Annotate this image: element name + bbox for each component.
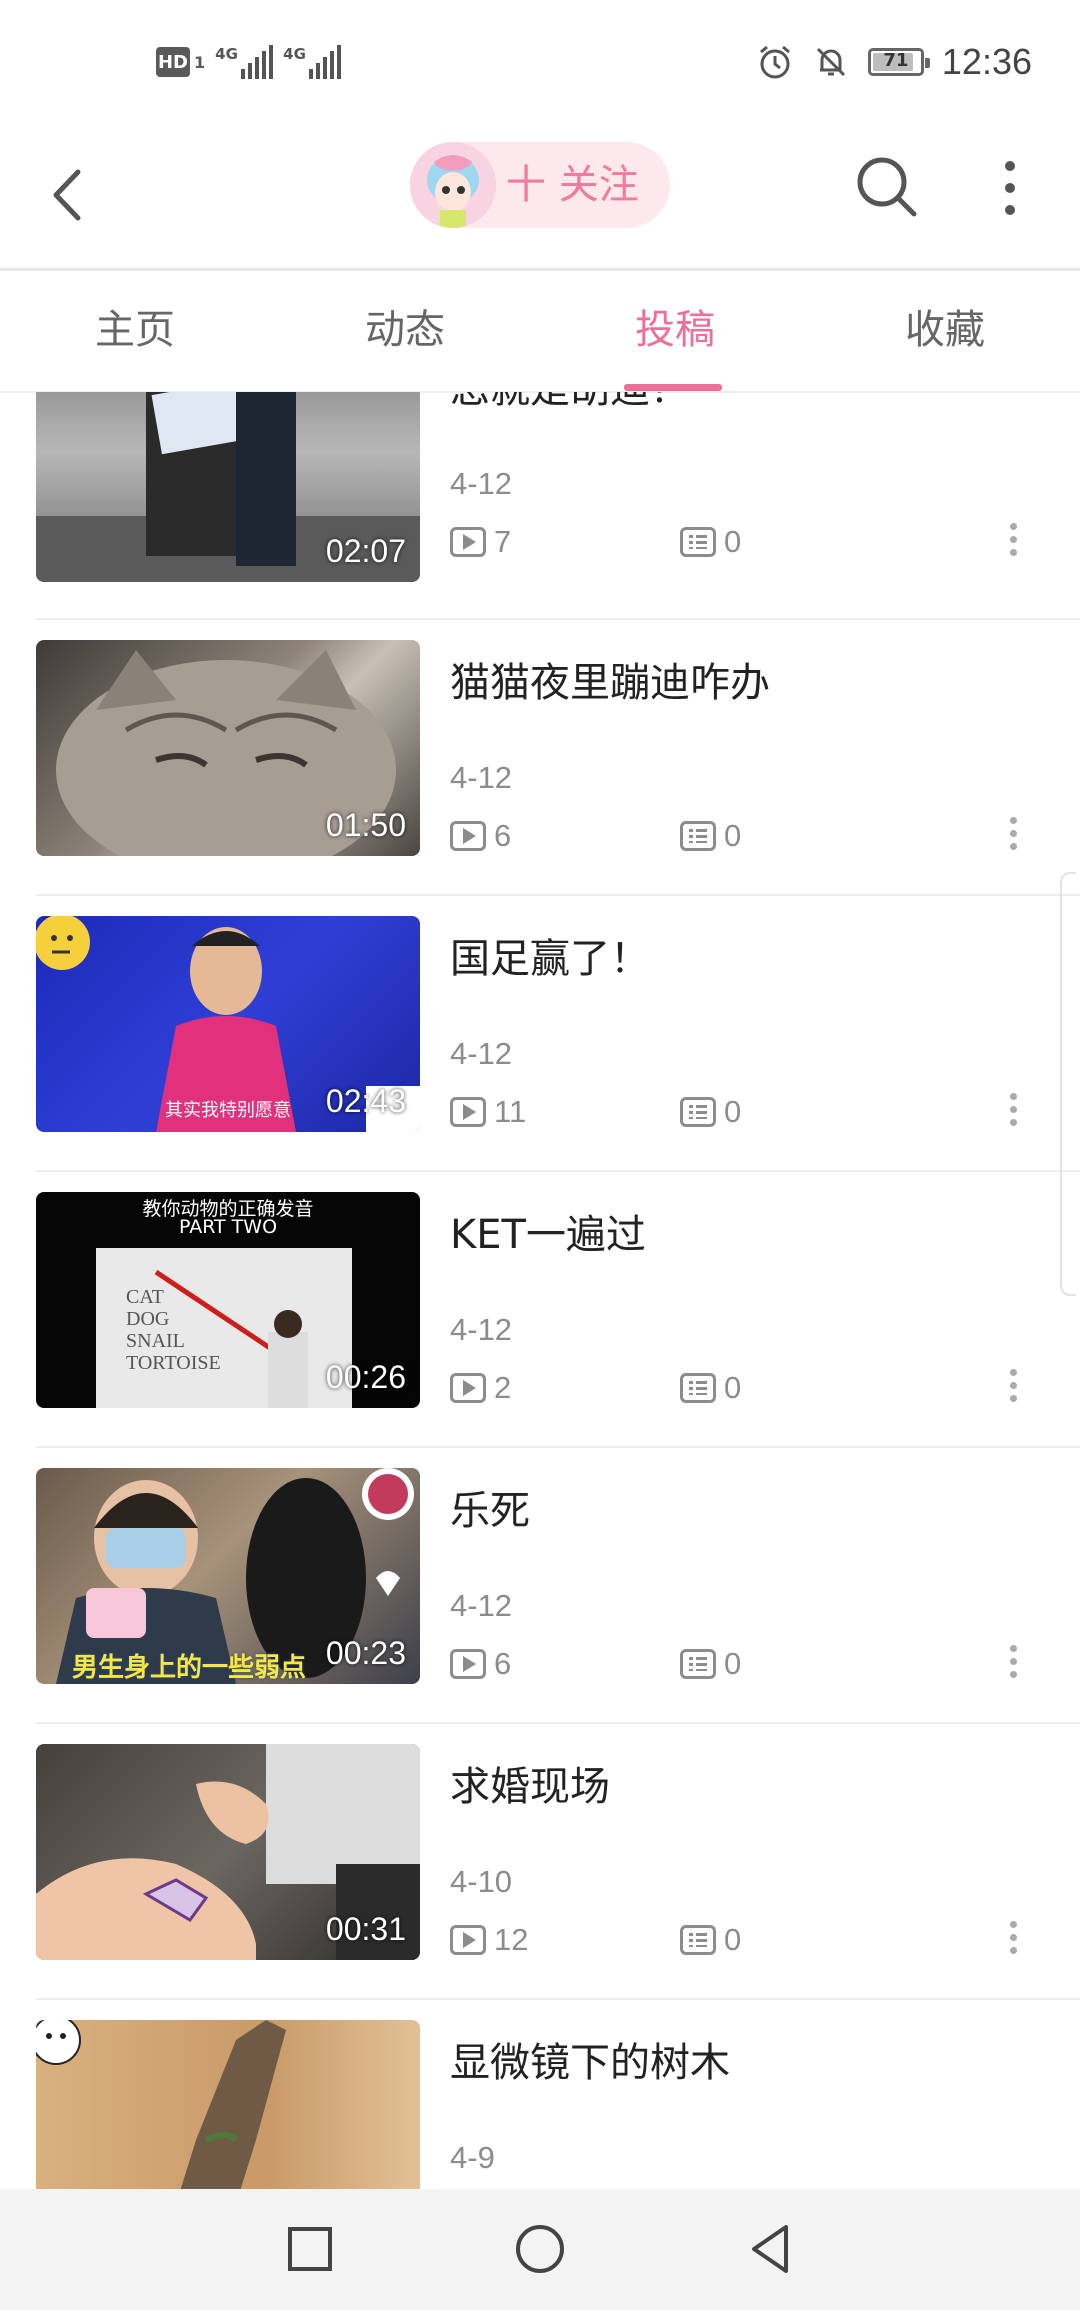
battery-icon: 71: [867, 48, 930, 76]
video-date: 4-12: [450, 1588, 513, 1623]
video-title[interactable]: 猫猫夜里蹦迪咋办: [450, 650, 770, 708]
play-count: 7: [450, 524, 511, 560]
video-duration: 02:43: [325, 1083, 406, 1119]
signal-icon-1: 4G: [215, 45, 274, 79]
item-more-icon[interactable]: [1010, 817, 1020, 857]
play-count: 6: [450, 1646, 511, 1682]
back-arrow-icon[interactable]: [40, 160, 100, 230]
battery-level: 71: [883, 50, 909, 71]
follow-label: 十 关注: [506, 162, 639, 208]
signal-icon-2: 4G: [283, 45, 342, 79]
video-title[interactable]: 显微镜下的树木: [450, 2030, 730, 2088]
list-item[interactable]: 其实我特别愿意 02:43 国足赢了！ 4-12 11 0: [0, 896, 1080, 1172]
list-item[interactable]: 显微镜下的树木 4-9: [0, 2000, 1080, 2189]
comment-count: 0: [680, 1922, 741, 1958]
comment-icon: [680, 1097, 716, 1127]
play-icon: [450, 1649, 486, 1679]
video-thumbnail[interactable]: 00:31: [36, 1744, 420, 1960]
video-date: 4-12: [450, 1312, 513, 1347]
play-count: 11: [450, 1094, 526, 1130]
network-type-1: 4G: [215, 45, 238, 63]
list-item[interactable]: 01:50 猫猫夜里蹦迪咋办 4-12 6 0: [0, 620, 1080, 896]
item-more-icon[interactable]: [1010, 1921, 1020, 1961]
status-bar: HD 1 4G 4G 71 12:36: [0, 0, 1080, 120]
system-nav-bar: [0, 2189, 1080, 2310]
play-icon: [450, 1925, 486, 1955]
recent-apps-square-icon[interactable]: [278, 2217, 342, 2281]
item-more-icon[interactable]: [1010, 1093, 1020, 1133]
video-date: 4-9: [450, 2140, 495, 2175]
video-duration: 00:31: [325, 1911, 406, 1947]
play-icon: [450, 821, 486, 851]
video-thumbnail[interactable]: 01:50: [36, 640, 420, 856]
video-duration: 02:07: [325, 533, 406, 569]
back-triangle-icon[interactable]: [738, 2217, 802, 2281]
alarm-icon: [759, 45, 790, 79]
status-left: HD 1 4G 4G: [156, 40, 342, 84]
video-duration: 00:23: [325, 1635, 406, 1671]
video-title[interactable]: 求婚现场: [450, 1754, 610, 1812]
list-item[interactable]: 02:07 您就是胡迪？ 4-12 7 0: [0, 392, 1080, 582]
video-title[interactable]: KET一遍过: [450, 1202, 646, 1260]
comment-count: 0: [680, 1370, 741, 1406]
video-thumbnail[interactable]: 教你动物的正确发音 PART TWO CAT DOG SNAIL TORTOIS…: [36, 1192, 420, 1408]
tab-home[interactable]: 主页: [0, 271, 270, 389]
video-title[interactable]: 乐死: [450, 1478, 530, 1536]
network-type-2: 4G: [283, 45, 306, 63]
video-duration: 01:50: [325, 807, 406, 843]
item-more-icon[interactable]: [1010, 1369, 1020, 1409]
home-circle-icon[interactable]: [508, 2217, 572, 2281]
video-thumbnail[interactable]: 02:07: [36, 392, 420, 582]
comment-count: 0: [680, 1094, 741, 1130]
play-icon: [450, 527, 486, 557]
status-right: 71 12:36: [756, 38, 1032, 86]
play-count: 6: [450, 818, 511, 854]
video-title[interactable]: 您就是胡迪？: [450, 392, 690, 414]
play-count: 12: [450, 1922, 528, 1958]
list-item[interactable]: 教你动物的正确发音 PART TWO CAT DOG SNAIL TORTOIS…: [0, 1172, 1080, 1448]
comment-count: 0: [680, 818, 741, 854]
item-more-icon[interactable]: [1010, 523, 1020, 563]
comment-count: 0: [680, 1646, 741, 1682]
avatar[interactable]: [410, 142, 496, 228]
comment-icon: [680, 527, 716, 557]
video-thumbnail[interactable]: 男生身上的一些弱点 00:23: [36, 1468, 420, 1684]
hd-icon: HD: [156, 47, 190, 77]
video-thumbnail[interactable]: [36, 2020, 420, 2189]
active-tab-indicator: [624, 384, 722, 391]
tab-favorites[interactable]: 收藏: [810, 271, 1080, 389]
tab-activity[interactable]: 动态: [270, 271, 540, 389]
play-count: 2: [450, 1370, 511, 1406]
video-list[interactable]: 02:07 您就是胡迪？ 4-12 7 0 01:50 猫猫夜里蹦迪咋: [0, 392, 1080, 2189]
comment-icon: [680, 1373, 716, 1403]
comment-icon: [680, 1649, 716, 1679]
scroll-indicator[interactable]: [1060, 872, 1076, 1296]
video-title[interactable]: 国足赢了！: [450, 926, 650, 984]
video-date: 4-12: [450, 1036, 513, 1071]
status-time: 12:36: [941, 41, 1032, 82]
tab-uploads[interactable]: 投稿: [540, 271, 810, 389]
bell-off-icon: [816, 47, 845, 77]
play-icon: [450, 1097, 486, 1127]
profile-tabs: 主页 动态 投稿 收藏: [0, 271, 1080, 393]
item-more-icon[interactable]: [1010, 1645, 1020, 1685]
list-item[interactable]: 00:31 求婚现场 4-10 12 0: [0, 1724, 1080, 2000]
comment-icon: [680, 1925, 716, 1955]
video-date: 4-12: [450, 760, 513, 795]
video-duration: 00:26: [325, 1359, 406, 1395]
hd-sim-label: 1: [194, 52, 206, 72]
video-thumbnail[interactable]: 其实我特别愿意 02:43: [36, 916, 420, 1132]
video-date: 4-10: [450, 1864, 513, 1899]
video-date: 4-12: [450, 466, 513, 501]
more-vertical-icon[interactable]: [990, 158, 1030, 218]
play-icon: [450, 1373, 486, 1403]
comment-icon: [680, 821, 716, 851]
list-item[interactable]: 男生身上的一些弱点 00:23 乐死 4-12 6 0: [0, 1448, 1080, 1724]
search-icon[interactable]: [852, 152, 922, 222]
top-nav: 十 关注: [0, 120, 1080, 270]
comment-count: 0: [680, 524, 741, 560]
follow-button[interactable]: 十 关注: [410, 142, 670, 228]
